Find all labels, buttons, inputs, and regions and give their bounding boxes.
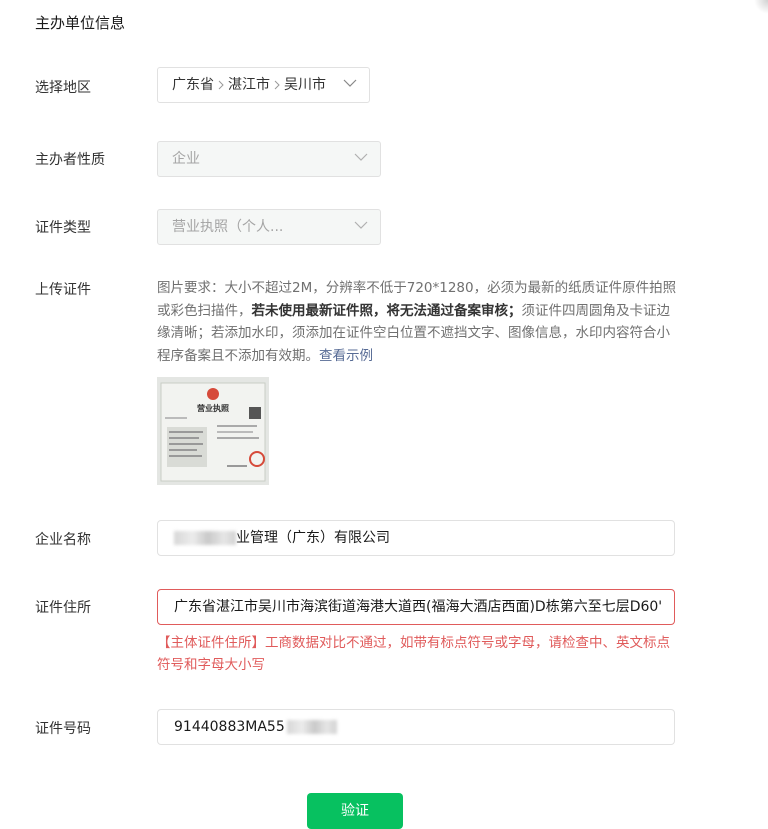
- company-name-input[interactable]: 业管理（广东）有限公司: [157, 520, 675, 556]
- upload-requirements: 图片要求：大小不超过2M，分辨率不低于720*1280，必须为最新的纸质证件原件…: [157, 277, 682, 367]
- city-value: 湛江市: [228, 77, 270, 93]
- redacted-text: [286, 720, 337, 734]
- company-name-value: 业管理（广东）有限公司: [236, 530, 390, 546]
- verify-button[interactable]: 验证: [307, 793, 403, 829]
- upload-label: 上传证件: [35, 282, 91, 298]
- help-text-bold: 若未使用最新证件照，将无法通过备案审核；: [251, 302, 522, 319]
- view-example-link[interactable]: 查看示例: [319, 348, 373, 364]
- cert-type-value: 营业执照（个人...: [172, 219, 284, 235]
- chevron-right-icon: [218, 80, 224, 90]
- province-value: 广东省: [172, 77, 214, 93]
- cert-type-label: 证件类型: [35, 220, 91, 236]
- company-name-label: 企业名称: [35, 532, 91, 548]
- cert-address-value: 广东省湛江市吴川市海滨街道海港大道西(福海大酒店西面)D栋第六至七层D60': [174, 599, 663, 615]
- chevron-right-icon: [274, 80, 280, 90]
- cert-type-select[interactable]: 营业执照（个人...: [157, 209, 381, 245]
- cert-address-input[interactable]: 广东省湛江市吴川市海滨街道海港大道西(福海大酒店西面)D栋第六至七层D60': [157, 589, 675, 625]
- uploaded-license-image[interactable]: 营业执照: [157, 377, 269, 485]
- organizer-type-value: 企业: [172, 151, 200, 167]
- chevron-down-icon: [354, 153, 368, 161]
- chevron-down-icon: [354, 221, 368, 229]
- chevron-down-icon: [343, 79, 357, 87]
- cert-number-label: 证件号码: [35, 721, 91, 737]
- district-value: 吴川市: [284, 77, 326, 93]
- cert-address-error: 【主体证件住所】工商数据对比不通过，如带有标点符号或字母，请检查中、英文标点符号…: [157, 635, 670, 673]
- organizer-type-label: 主办者性质: [35, 152, 105, 168]
- cert-number-input[interactable]: 91440883MA55: [157, 709, 675, 745]
- section-title: 主办单位信息: [35, 14, 126, 32]
- license-thumbnail: 营业执照: [157, 377, 269, 485]
- region-select[interactable]: 广东省 湛江市 吴川市: [157, 67, 370, 103]
- redacted-text: [174, 531, 236, 545]
- thumb-title: 营业执照: [197, 403, 229, 413]
- organizer-type-select[interactable]: 企业: [157, 141, 381, 177]
- cert-number-value: 91440883MA55: [174, 719, 285, 735]
- region-label: 选择地区: [35, 80, 91, 96]
- cert-address-label: 证件住所: [35, 600, 91, 616]
- window-corner-shadow: [754, 0, 768, 14]
